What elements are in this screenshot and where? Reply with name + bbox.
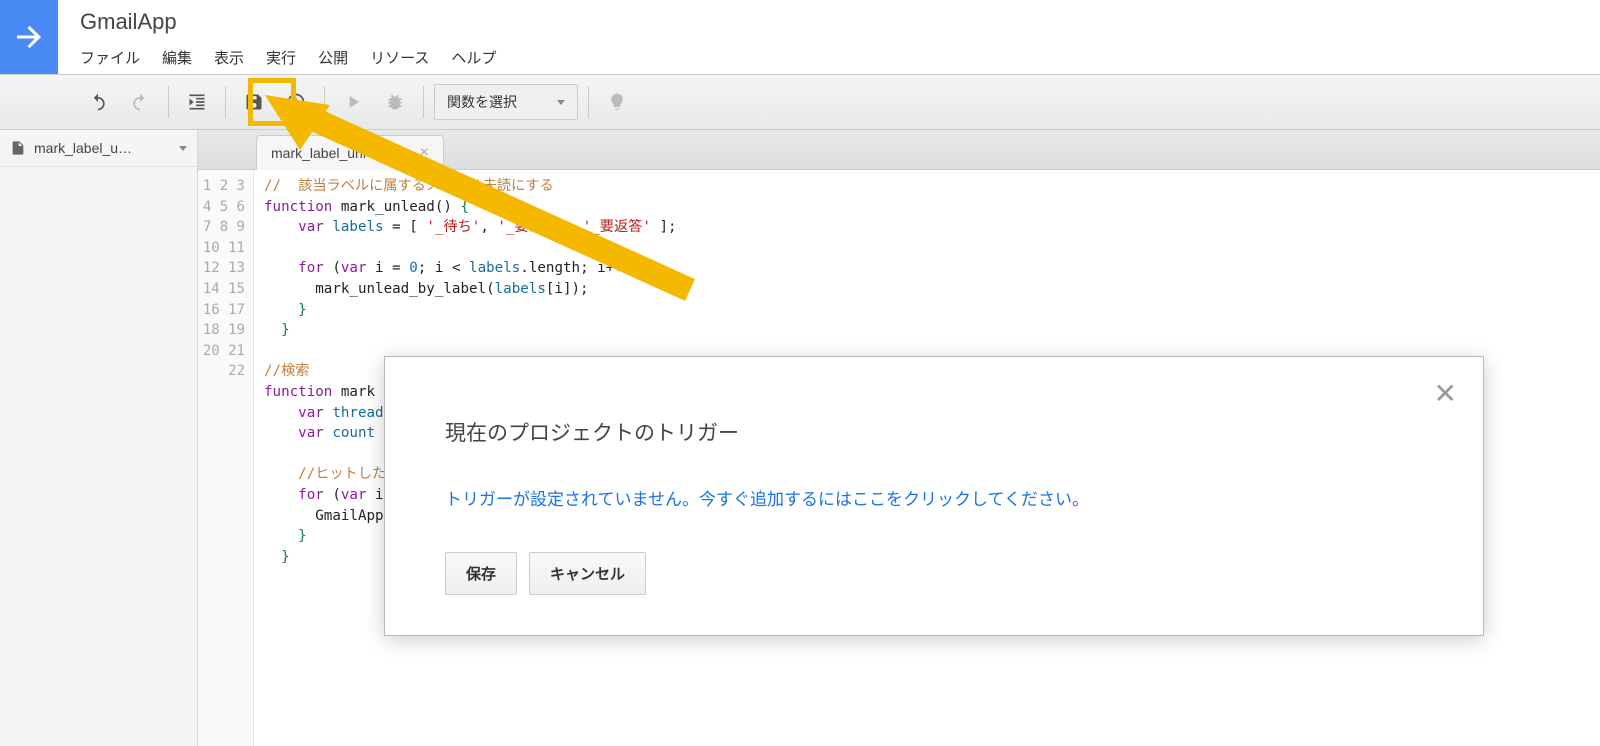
document-icon: [10, 140, 26, 156]
bug-icon: [385, 92, 405, 112]
indent-icon: [187, 92, 207, 112]
dialog-close-button[interactable]: ✕: [1434, 377, 1457, 410]
triggers-button[interactable]: [278, 84, 314, 120]
close-icon[interactable]: ×: [420, 144, 429, 162]
menu-view[interactable]: 表示: [214, 47, 244, 68]
debug-button[interactable]: [377, 84, 413, 120]
menu-bar: ファイル 編集 表示 実行 公開 リソース ヘルプ: [80, 44, 1600, 74]
toolbar-divider: [225, 86, 226, 118]
dialog-title: 現在のプロジェクトのトリガー: [445, 417, 1423, 447]
toolbar-divider: [168, 86, 169, 118]
caret-down-icon: [179, 146, 187, 151]
undo-button[interactable]: [80, 84, 116, 120]
indent-button[interactable]: [179, 84, 215, 120]
dialog-save-button[interactable]: 保存: [445, 552, 517, 595]
triggers-dialog: ✕ 現在のプロジェクトのトリガー トリガーが設定されていません。今すぐ追加するに…: [384, 356, 1484, 636]
function-select-label: 関数を選択: [447, 92, 517, 112]
toolbar: 関数を選択: [0, 74, 1600, 130]
lightbulb-button[interactable]: [599, 84, 635, 120]
dialog-cancel-button[interactable]: キャンセル: [529, 552, 646, 595]
dialog-button-row: 保存 キャンセル: [445, 552, 1423, 595]
app-title: GmailApp: [80, 9, 177, 35]
tab-active[interactable]: mark_label_unread.gs ×: [256, 135, 444, 170]
menu-file[interactable]: ファイル: [80, 47, 140, 68]
function-select-dropdown[interactable]: 関数を選択: [434, 84, 578, 120]
toolbar-divider: [423, 86, 424, 118]
menu-publish[interactable]: 公開: [318, 47, 348, 68]
sidebar: mark_label_u…: [0, 130, 198, 746]
menu-resource[interactable]: リソース: [370, 47, 429, 68]
menu-run[interactable]: 実行: [266, 47, 296, 68]
tab-label: mark_label_unread.gs: [271, 145, 410, 161]
clock-icon: [286, 92, 306, 112]
dialog-add-trigger-link[interactable]: トリガーが設定されていません。今すぐ追加するにはここをクリックしてください。: [445, 485, 1423, 510]
lightbulb-icon: [607, 92, 627, 112]
toolbar-divider: [324, 86, 325, 118]
menu-help[interactable]: ヘルプ: [451, 47, 496, 68]
tab-bar: mark_label_unread.gs ×: [198, 130, 1600, 170]
undo-icon: [88, 92, 108, 112]
redo-icon: [130, 92, 150, 112]
toolbar-divider: [588, 86, 589, 118]
title-bar: GmailApp: [0, 0, 1600, 44]
app-logo[interactable]: [0, 0, 58, 74]
save-button[interactable]: [236, 84, 272, 120]
play-icon: [343, 92, 363, 112]
run-button[interactable]: [335, 84, 371, 120]
file-entry[interactable]: mark_label_u…: [0, 130, 197, 167]
caret-down-icon: [557, 100, 565, 105]
menu-edit[interactable]: 編集: [162, 47, 192, 68]
file-name-label: mark_label_u…: [34, 140, 132, 156]
arrow-right-icon: [11, 19, 47, 55]
line-gutter: 1 2 3 4 5 6 7 8 9 10 11 12 13 14 15 16 1…: [198, 170, 254, 746]
redo-button[interactable]: [122, 84, 158, 120]
save-icon: [244, 92, 264, 112]
